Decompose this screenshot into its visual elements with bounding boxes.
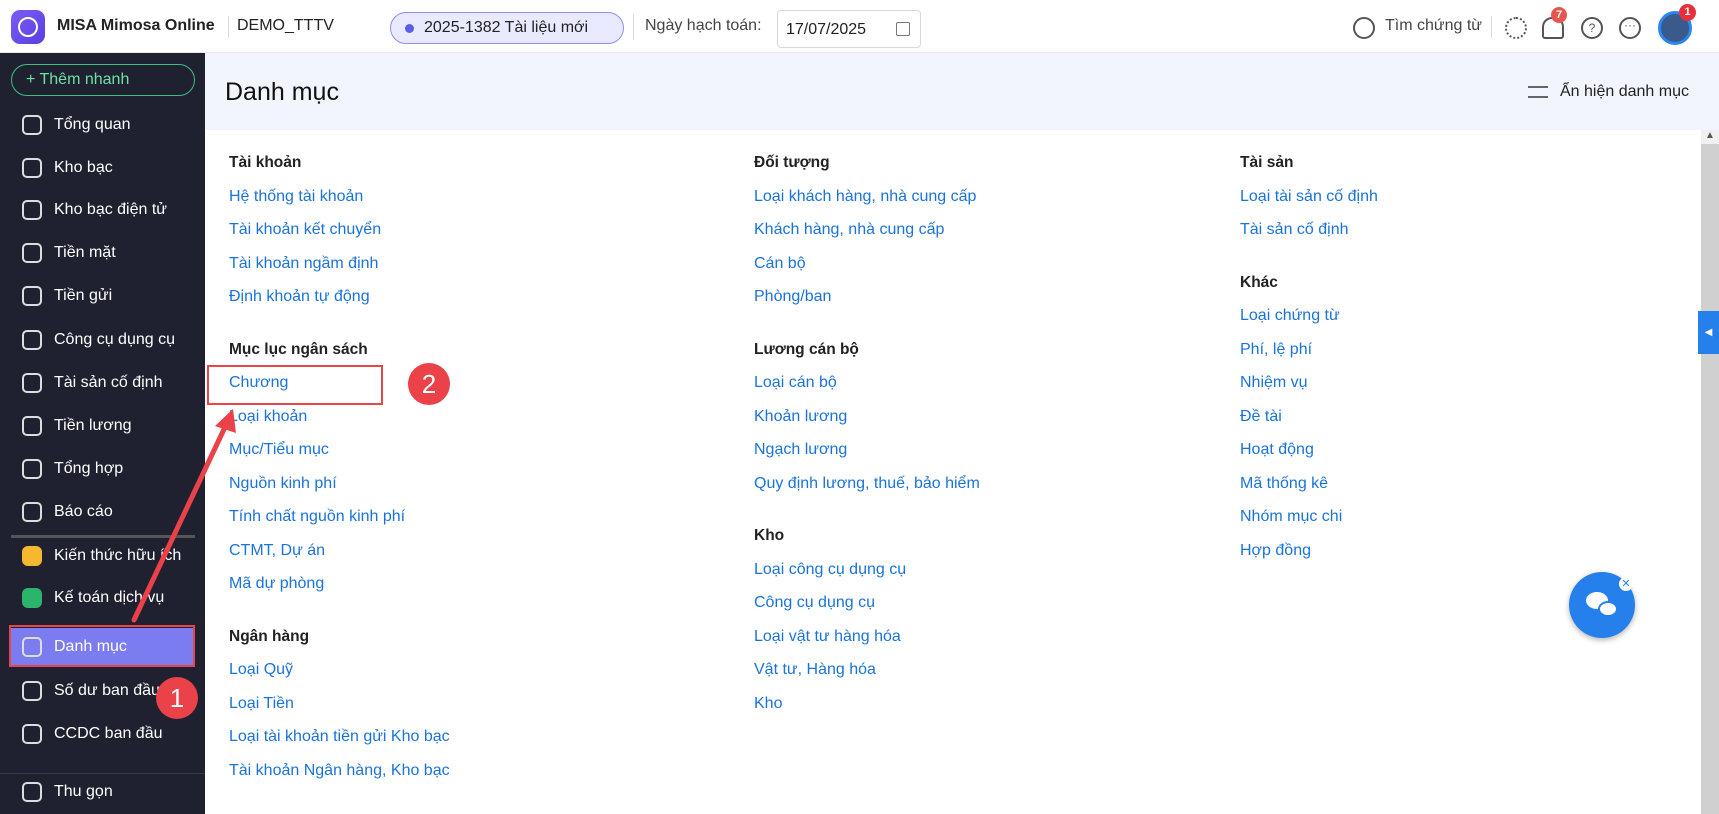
annotation-arrow: [131, 409, 236, 623]
step-1-badge: 1: [156, 677, 198, 719]
step-2-badge: 2: [408, 363, 450, 405]
